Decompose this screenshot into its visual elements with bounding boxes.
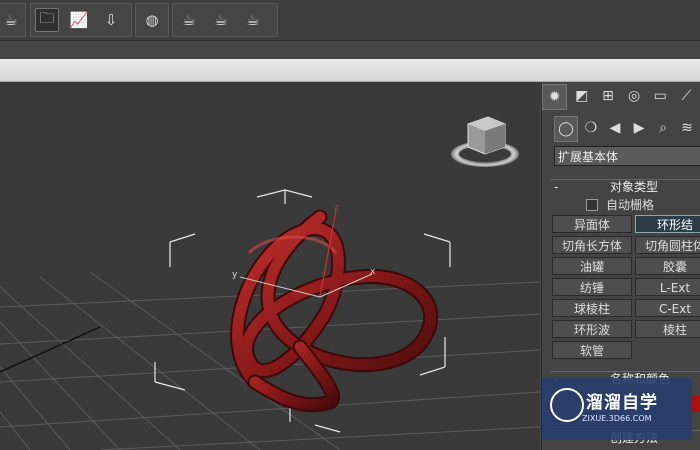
shapes-icon[interactable]: ❍ — [580, 116, 602, 140]
object-button[interactable]: 胶囊 — [635, 257, 700, 275]
render-frame-icon[interactable]: ☕ — [177, 8, 201, 32]
object-button[interactable]: 异面体 — [552, 215, 632, 233]
material-editor-icon[interactable]: ◍ — [140, 8, 164, 32]
create-tab-icon[interactable]: ✹ — [542, 84, 568, 110]
motion-tab-icon[interactable]: ◎ — [623, 84, 646, 108]
perspective-viewport[interactable]: z x y — [0, 82, 540, 450]
z-axis-label: z — [334, 203, 339, 213]
helpers-icon[interactable]: ⌕ — [652, 116, 674, 140]
lights-icon[interactable]: ◀ — [604, 116, 626, 140]
open-folder-icon[interactable]: 🗀 — [35, 8, 59, 32]
viewport-label-bar — [0, 59, 700, 82]
watermark-logo-icon — [550, 388, 584, 422]
object-button[interactable]: 纺锤 — [552, 278, 632, 296]
checkbox-box — [586, 198, 598, 211]
object-color-swatch[interactable] — [692, 396, 700, 412]
grid-axis-line — [0, 326, 101, 373]
object-button[interactable]: 球棱柱 — [552, 299, 632, 317]
autogrid-label: 自动栅格 — [606, 198, 655, 212]
object-button[interactable]: 切角长方体 — [552, 236, 632, 254]
curve-editor-icon[interactable]: 📈 — [67, 8, 91, 32]
rollout-toggle: - — [554, 180, 559, 194]
display-tab-icon[interactable]: ▭ — [649, 84, 672, 108]
geometry-icon[interactable]: ◯ — [554, 116, 578, 142]
teapot-partial-icon[interactable]: ☕ — [0, 8, 23, 32]
object-button-selected[interactable]: 环形结 — [635, 215, 700, 233]
toolbar-group-teapots: ☕ ☕ ☕ — [172, 3, 278, 37]
utilities-tab-icon[interactable]: ⟋ — [675, 84, 698, 108]
torus-knot — [230, 209, 439, 413]
toolbar-group-material: ◍ — [135, 3, 169, 37]
render-icon[interactable]: ☕ — [209, 8, 233, 32]
object-button[interactable]: 棱柱 — [635, 320, 700, 338]
watermark-brand: 溜溜自学 — [586, 393, 658, 413]
spacewarps-icon[interactable]: ≋ — [676, 116, 698, 140]
main-toolbar: ☕ 🗀 📈 ⇩ ◍ ☕ ☕ ☕ — [0, 0, 700, 41]
hierarchy-tab-icon[interactable]: ⊞ — [596, 84, 619, 108]
viewcube[interactable] — [451, 116, 519, 167]
rollout-title: 对象类型 — [610, 180, 659, 194]
object-button[interactable]: L-Ext — [635, 278, 700, 296]
modify-tab-icon[interactable]: ◩ — [570, 84, 593, 108]
category-dropdown-value: 扩展基本体 — [558, 150, 619, 164]
viewport-canvas: z x y — [0, 116, 540, 450]
toolbar-group-render: 🗀 📈 ⇩ — [30, 3, 132, 37]
object-type-rollout-header[interactable]: - 对象类型 — [550, 179, 700, 194]
render-setup-icon[interactable]: ⇩ — [99, 8, 123, 32]
watermark-url: ZIXUE.3D66.COM — [582, 414, 652, 423]
object-button[interactable]: 软管 — [552, 341, 632, 359]
cameras-icon[interactable]: ▶ — [628, 116, 650, 140]
watermark: 溜溜自学 ZIXUE.3D66.COM — [542, 378, 692, 440]
toolbar-gap — [0, 41, 700, 59]
object-button[interactable]: 油罐 — [552, 257, 632, 275]
y-axis-label: y — [232, 270, 238, 280]
category-dropdown[interactable]: 扩展基本体 — [554, 146, 700, 166]
autogrid-checkbox[interactable]: 自动栅格 — [586, 196, 654, 213]
panel-tabs: ✹ ◩ ⊞ ◎ ▭ ⟋ — [542, 84, 700, 110]
object-button[interactable]: 切角圆柱体 — [635, 236, 700, 254]
object-button[interactable]: 环形波 — [552, 320, 632, 338]
quick-render-icon[interactable]: ☕ — [241, 8, 265, 32]
create-category-icons: ◯ ❍ ◀ ▶ ⌕ ≋ — [554, 116, 700, 142]
toolbar-group-edge: ☕ — [0, 3, 26, 37]
x-axis-label: x — [370, 267, 376, 277]
object-button[interactable]: C-Ext — [635, 299, 700, 317]
